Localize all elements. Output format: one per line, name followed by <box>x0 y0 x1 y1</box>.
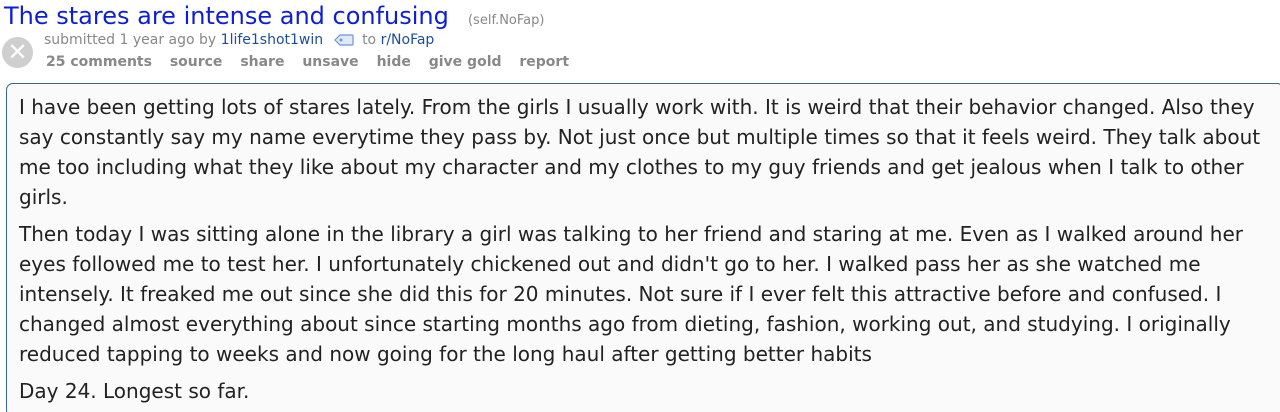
close-icon[interactable]: ✕ <box>2 37 33 68</box>
share-button[interactable]: share <box>240 54 284 70</box>
give-gold-button[interactable]: give gold <box>429 54 502 70</box>
body-paragraph-2: Then today I was sitting alone in the li… <box>19 222 1244 366</box>
post-domain[interactable]: (self.NoFap) <box>468 13 544 28</box>
body-paragraph-3: Day 24. Longest so far. <box>19 379 250 403</box>
reddit-post: The stares are intense and confusing (se… <box>0 0 1280 412</box>
post-buttons: 25 comments source share unsave hide giv… <box>46 54 582 70</box>
tag-icon[interactable] <box>333 34 354 46</box>
subreddit-link[interactable]: r/NoFap <box>381 32 435 48</box>
hide-button[interactable]: hide <box>377 54 411 70</box>
title-row: The stares are intense and confusing (se… <box>4 2 544 30</box>
post-body: I have been getting lots of stares latel… <box>6 83 1280 412</box>
comments-button[interactable]: 25 comments <box>46 54 152 70</box>
submitted-text: submitted 1 year ago by <box>44 32 217 48</box>
tagline: submitted 1 year ago by 1life1shot1win t… <box>44 32 434 48</box>
post-title-link[interactable]: The stares are intense and confusing <box>4 2 449 30</box>
report-button[interactable]: report <box>519 54 569 70</box>
source-button[interactable]: source <box>170 54 223 70</box>
unsave-button[interactable]: unsave <box>302 54 358 70</box>
author-link[interactable]: 1life1shot1win <box>221 32 323 48</box>
body-paragraph-1: I have been getting lots of stares latel… <box>19 95 1261 209</box>
to-text: to <box>362 32 377 48</box>
